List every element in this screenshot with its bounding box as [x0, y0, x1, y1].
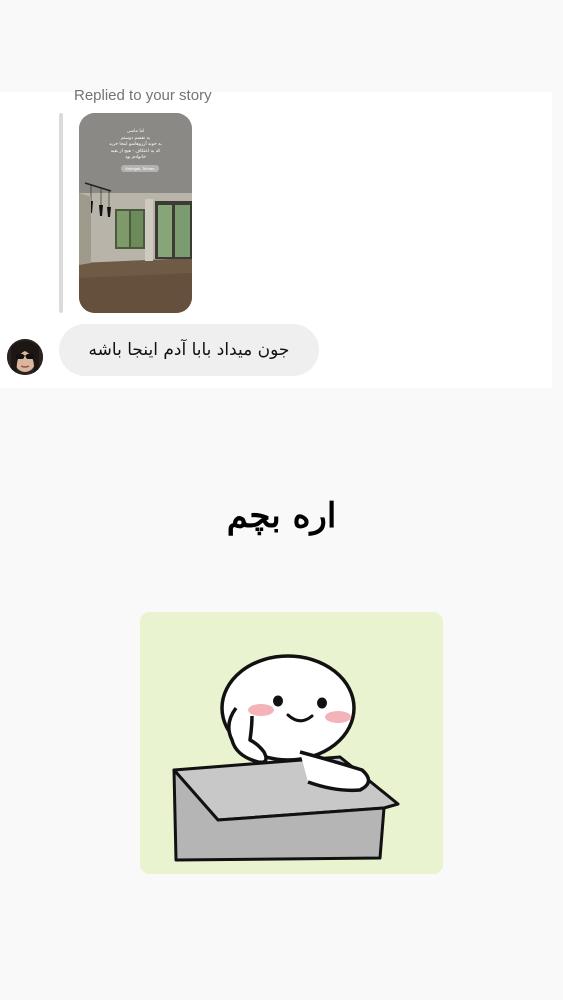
sender-avatar[interactable]	[7, 339, 43, 375]
message-text: جون میداد بابا آدم اینجا باشه	[88, 340, 290, 360]
story-location-tag: Velenjak, Tehran	[121, 165, 159, 172]
story-caption-text: اما ماسی یه نفسم دوستم به خونه آرزوهاشو …	[109, 129, 162, 160]
thinking-face-sticker	[140, 612, 443, 874]
reply-indicator-bar	[59, 113, 63, 313]
replied-to-story-label: Replied to your story	[74, 87, 212, 104]
avatar-photo-image	[7, 339, 43, 375]
story-thumbnail[interactable]: اما ماسی یه نفسم دوستم به خونه آرزوهاشو …	[79, 113, 192, 313]
thinking-character-icon	[140, 612, 443, 874]
story-text-overlay: اره بچم	[226, 496, 337, 536]
message-bubble[interactable]: جون میداد بابا آدم اینجا باشه	[59, 324, 319, 376]
